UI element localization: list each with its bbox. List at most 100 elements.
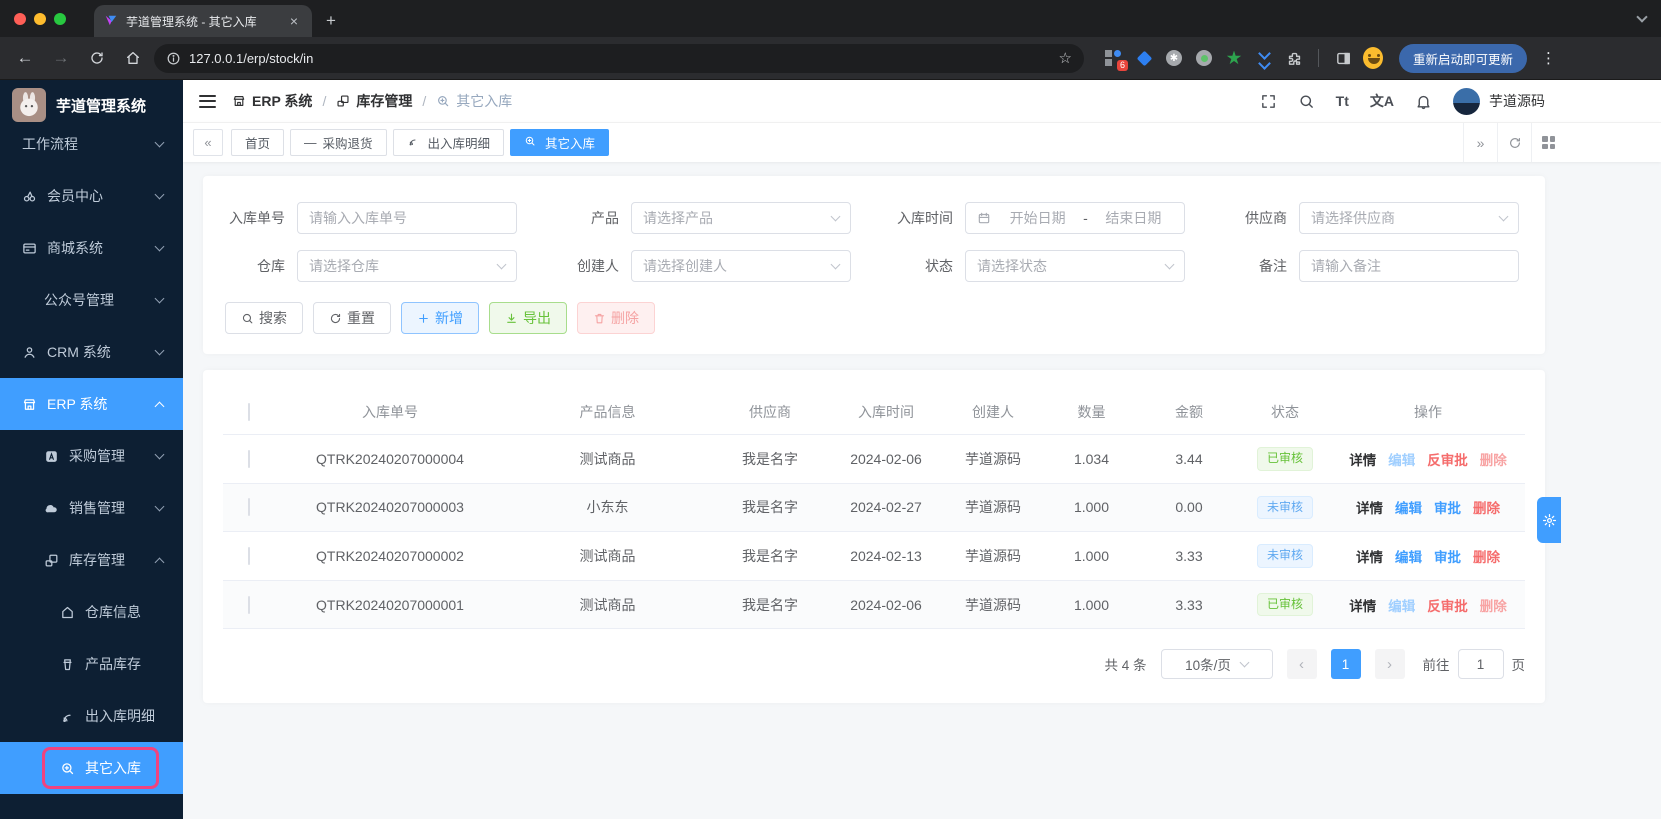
row-action-删除[interactable]: 删除 <box>1473 546 1500 566</box>
chevrons-extension-icon[interactable] <box>1254 48 1274 68</box>
filter-input-入库单号[interactable] <box>309 210 505 226</box>
browser-tab[interactable]: 芋道管理系统 - 其它入库 × <box>94 5 312 37</box>
tab-search-icon[interactable] <box>1631 7 1653 29</box>
url-text[interactable]: 127.0.0.1/erp/stock/in <box>189 51 1051 66</box>
address-bar[interactable]: 127.0.0.1/erp/stock/in ☆ <box>154 44 1084 73</box>
gem-extension-icon[interactable] <box>1134 48 1154 68</box>
row-checkbox[interactable] <box>248 498 250 516</box>
add-button[interactable]: 新增 <box>401 302 479 334</box>
page-tab-采购退货[interactable]: —采购退货 <box>290 129 387 156</box>
blocker-extension-icon[interactable]: 6 <box>1104 48 1124 68</box>
row-action-审批[interactable]: 审批 <box>1434 497 1461 517</box>
forward-icon[interactable]: → <box>46 43 76 73</box>
dot-extension-icon[interactable] <box>1194 48 1214 68</box>
pagination-page-1[interactable]: 1 <box>1331 649 1361 679</box>
app-logo[interactable]: 芋道管理系统 <box>0 80 183 130</box>
window-zoom-button[interactable] <box>54 13 66 25</box>
row-action-删除[interactable]: 删除 <box>1473 497 1500 517</box>
pagination-next-icon[interactable]: › <box>1375 649 1405 679</box>
filter-select-创建人[interactable]: 请选择创建人 <box>631 250 851 282</box>
sidebar-item-other-stock-in[interactable]: 其它入库 <box>0 742 183 794</box>
star-extension-icon[interactable] <box>1224 48 1244 68</box>
row-action-反审批[interactable]: 反审批 <box>1427 595 1468 615</box>
page-tab-其它入库[interactable]: 其它入库 <box>510 129 609 156</box>
row-action-详情[interactable]: 详情 <box>1356 546 1383 566</box>
filter-daterange[interactable]: 开始日期-结束日期 <box>965 202 1185 234</box>
page-size-select[interactable]: 10条/页 <box>1161 649 1273 679</box>
export-button[interactable]: 导出 <box>489 302 567 334</box>
tabs-scroll-left-icon[interactable]: « <box>193 129 223 156</box>
sidebar-item-mall-system[interactable]: 商城系统 <box>0 222 183 274</box>
daterange-end[interactable]: 结束日期 <box>1094 208 1173 228</box>
row-checkbox[interactable] <box>248 547 250 565</box>
sidebar-item-warehouse-info[interactable]: 仓库信息 <box>0 586 183 638</box>
sidebar-item-member-center[interactable]: 会员中心 <box>0 170 183 222</box>
row-action-删除[interactable]: 删除 <box>1480 449 1507 469</box>
tabs-scroll-right-icon[interactable]: » <box>1463 123 1497 162</box>
row-checkbox[interactable] <box>248 596 250 614</box>
row-action-删除[interactable]: 删除 <box>1480 595 1507 615</box>
sidebar-item-stock-mgmt[interactable]: 库存管理 <box>0 534 183 586</box>
bookmark-star-icon[interactable]: ☆ <box>1059 49 1072 67</box>
user-avatar[interactable] <box>1453 88 1480 115</box>
filter-select-仓库[interactable]: 请选择仓库 <box>297 250 517 282</box>
page-tab-出入库明细[interactable]: 出入库明细 <box>393 129 505 156</box>
tabs-refresh-icon[interactable] <box>1497 123 1531 162</box>
row-action-详情[interactable]: 详情 <box>1356 497 1383 517</box>
tabs-layout-grid-icon[interactable] <box>1531 123 1565 162</box>
daterange-start[interactable]: 开始日期 <box>998 208 1077 228</box>
collapse-menu-icon[interactable] <box>199 95 216 108</box>
font-size-icon[interactable]: Tt <box>1336 93 1349 109</box>
sidebar-item-sales-mgmt[interactable]: 销售管理 <box>0 482 183 534</box>
row-action-编辑[interactable]: 编辑 <box>1395 497 1422 517</box>
reload-icon[interactable] <box>82 43 112 73</box>
sidebar-item-purchase-mgmt[interactable]: 采购管理 <box>0 430 183 482</box>
row-action-反审批[interactable]: 反审批 <box>1427 449 1468 469</box>
sidebar-item-official-account[interactable]: 公众号管理 <box>0 274 183 326</box>
reset-button[interactable]: 重置 <box>313 302 391 334</box>
tab-close-icon[interactable]: × <box>286 13 302 29</box>
back-icon[interactable]: ← <box>10 43 40 73</box>
row-action-编辑[interactable]: 编辑 <box>1388 449 1415 469</box>
page-tab-首页[interactable]: 首页 <box>231 129 284 156</box>
search-button[interactable]: 搜索 <box>225 302 303 334</box>
filter-select-供应商[interactable]: 请选择供应商 <box>1299 202 1519 234</box>
breadcrumb-item[interactable]: ERP 系统 <box>232 91 312 111</box>
row-action-编辑[interactable]: 编辑 <box>1388 595 1415 615</box>
sidebar-item-erp-system[interactable]: ERP 系统 <box>0 378 183 430</box>
window-close-button[interactable] <box>14 13 26 25</box>
site-info-icon[interactable] <box>166 51 181 66</box>
search-icon[interactable] <box>1298 93 1315 110</box>
row-action-审批[interactable]: 审批 <box>1434 546 1461 566</box>
wheel-extension-icon[interactable]: ✱ <box>1164 48 1184 68</box>
delete-button[interactable]: 删除 <box>577 302 655 334</box>
sidebar-item-product-stock[interactable]: 产品库存 <box>0 638 183 690</box>
fullscreen-icon[interactable] <box>1260 93 1277 110</box>
settings-fab[interactable] <box>1537 497 1561 543</box>
notification-bell-icon[interactable] <box>1415 93 1432 110</box>
filter-select-产品[interactable]: 请选择产品 <box>631 202 851 234</box>
sidebar-item-stock-record[interactable]: 出入库明细 <box>0 690 183 742</box>
pagination-prev-icon[interactable]: ‹ <box>1287 649 1317 679</box>
sidebar-item-crm-system[interactable]: CRM 系统 <box>0 326 183 378</box>
side-panel-icon[interactable] <box>1333 48 1353 68</box>
username[interactable]: 芋道源码 <box>1489 91 1545 111</box>
row-checkbox[interactable] <box>248 450 250 468</box>
filter-select-状态[interactable]: 请选择状态 <box>965 250 1185 282</box>
extensions-puzzle-icon[interactable] <box>1284 48 1304 68</box>
row-action-详情[interactable]: 详情 <box>1349 449 1376 469</box>
window-minimize-button[interactable] <box>34 13 46 25</box>
row-action-编辑[interactable]: 编辑 <box>1395 546 1422 566</box>
locale-icon[interactable]: 文A <box>1370 91 1394 111</box>
breadcrumb-item[interactable]: 其它入库 <box>436 91 512 111</box>
browser-update-button[interactable]: 重新启动即可更新 <box>1399 44 1527 73</box>
row-action-详情[interactable]: 详情 <box>1349 595 1376 615</box>
window-controls[interactable] <box>0 0 80 37</box>
filter-input-备注[interactable] <box>1311 258 1507 274</box>
new-tab-button[interactable]: + <box>312 5 350 37</box>
pagination-goto-input[interactable] <box>1458 649 1504 679</box>
home-icon[interactable] <box>118 43 148 73</box>
select-all-checkbox[interactable] <box>248 403 250 421</box>
breadcrumb-item[interactable]: 库存管理 <box>336 91 412 111</box>
profile-avatar[interactable] <box>1363 48 1383 68</box>
